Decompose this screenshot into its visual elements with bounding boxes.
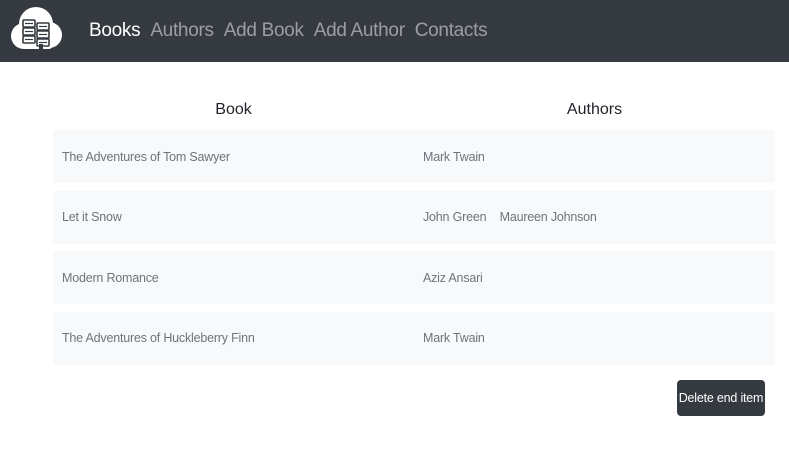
nav-link-add-author[interactable]: Add Author bbox=[314, 20, 405, 42]
table-row[interactable]: Let it Snow John Green Maureen Johnson bbox=[53, 190, 775, 244]
table-row[interactable]: Modern Romance Aziz Ansari bbox=[53, 251, 775, 304]
author-name: John Green bbox=[423, 210, 487, 224]
column-header-book: Book bbox=[215, 101, 252, 118]
authors-cell: John Green Maureen Johnson bbox=[414, 210, 775, 224]
authors-cell: Mark Twain bbox=[414, 150, 775, 164]
book-title-cell: Modern Romance bbox=[62, 270, 159, 285]
books-table: Book Authors The Adventures of Tom Sawye… bbox=[53, 90, 775, 365]
authors-cell: Mark Twain bbox=[414, 331, 775, 345]
delete-end-item-button[interactable]: Delete end item bbox=[677, 380, 765, 416]
nav-link-authors[interactable]: Authors bbox=[150, 20, 214, 42]
author-name: Mark Twain bbox=[423, 149, 485, 164]
book-title-cell: Let it Snow bbox=[62, 210, 122, 224]
nav-link-add-book[interactable]: Add Book bbox=[224, 20, 304, 42]
books-cloud-logo-icon[interactable] bbox=[8, 4, 64, 58]
navbar: Books Authors Add Book Add Author Contac… bbox=[0, 0, 789, 62]
nav-link-contacts[interactable]: Contacts bbox=[415, 20, 488, 42]
table-body: The Adventures of Tom Sawyer Mark Twain … bbox=[53, 130, 775, 365]
column-header-authors: Authors bbox=[566, 101, 623, 118]
author-name: Aziz Ansari bbox=[423, 270, 483, 285]
table-header: Book Authors bbox=[53, 90, 775, 130]
book-title-cell: The Adventures of Tom Sawyer bbox=[62, 149, 230, 164]
table-row[interactable]: The Adventures of Tom Sawyer Mark Twain bbox=[53, 130, 775, 183]
authors-cell: Aziz Ansari bbox=[414, 271, 775, 285]
nav-links: Books Authors Add Book Add Author Contac… bbox=[89, 20, 488, 42]
author-name: Maureen Johnson bbox=[499, 210, 597, 224]
nav-link-books[interactable]: Books bbox=[89, 20, 141, 42]
table-row[interactable]: The Adventures of Huckleberry Finn Mark … bbox=[53, 311, 775, 365]
main-content: Book Authors The Adventures of Tom Sawye… bbox=[0, 62, 789, 472]
author-name: Mark Twain bbox=[423, 331, 485, 345]
book-title-cell: The Adventures of Huckleberry Finn bbox=[62, 331, 255, 345]
